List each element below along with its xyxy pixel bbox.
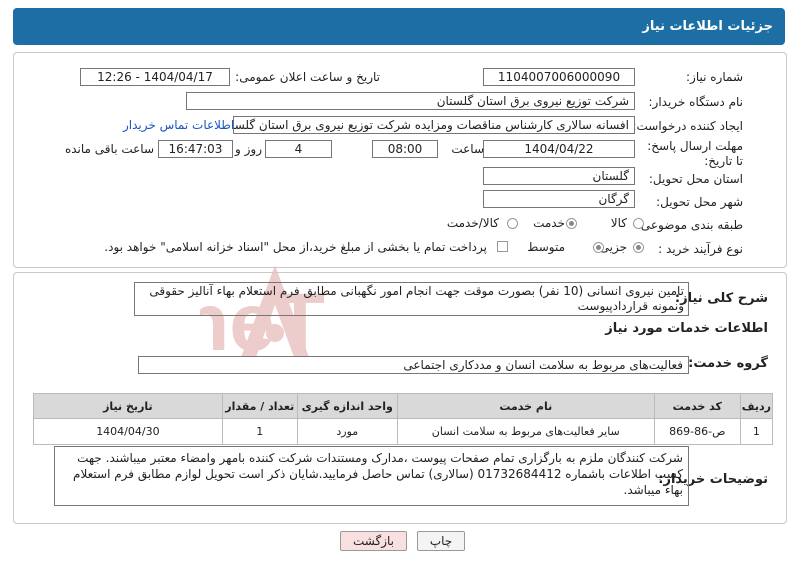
buyer-notes-textarea[interactable]: شرکت کنندگان ملزم به بارگزاری تمام صفحات…	[54, 446, 689, 506]
deadline-time-field: 08:00	[372, 140, 438, 158]
delivery-city-label: شهر محل تحویل:	[656, 195, 743, 209]
deadline-label: مهلت ارسال پاسخ: تا تاریخ:	[647, 139, 743, 168]
process-minor-radio[interactable]	[633, 242, 644, 253]
treasury-payment-note: پرداخت تمام یا بخشی از مبلغ خرید،از محل …	[104, 240, 487, 254]
service-name-cell: سایر فعالیت‌های مربوط به سلامت انسان	[396, 418, 655, 445]
deadline-time-label: ساعت	[451, 142, 484, 156]
remaining-time-field: 16:47:03	[158, 140, 233, 158]
services-section-title: اطلاعات خدمات مورد نیاز	[605, 321, 768, 336]
unit-cell: مورد	[296, 418, 398, 445]
service-group-field: فعالیت‌های مربوط به سلامت انسان و مددکار…	[138, 356, 689, 374]
services-table: ردیف کد خدمت نام خدمت واحد اندازه گیری ت…	[33, 393, 774, 445]
category-both-radio[interactable]	[507, 218, 518, 229]
row-index-cell: 1	[739, 418, 774, 445]
process-medium-radio[interactable]	[593, 242, 604, 253]
announce-datetime-label: تاریخ و ساعت اعلان عمومی:	[235, 70, 380, 84]
col-row-header: ردیف	[739, 393, 774, 419]
process-option-medium-label: متوسط	[527, 240, 565, 254]
buyer-org-field: شرکت توزیع نیروی برق استان گلستان	[186, 92, 635, 110]
category-label: طبقه بندی موضوعی:	[636, 218, 743, 232]
need-date-cell: 1404/04/30	[33, 418, 223, 445]
remaining-time-label: ساعت باقی مانده	[64, 142, 154, 156]
category-option-both-label: کالا/خدمت	[446, 216, 499, 230]
requester-field: افسانه سالاری کارشناس مناقصات ومزایده شر…	[233, 116, 635, 134]
delivery-city-field: گرگان	[483, 190, 635, 208]
back-button[interactable]: بازگشت	[340, 531, 407, 551]
category-option-service-label: خدمت	[533, 216, 565, 230]
col-code-header: کد خدمت	[653, 393, 741, 419]
category-goods-radio[interactable]	[633, 218, 644, 229]
buyer-contact-link[interactable]: اطلاعات تماس خریدار	[123, 118, 234, 132]
days-label: روز و	[235, 142, 262, 156]
summary-textarea[interactable]: تامین نیروی انسانی (10 نفر) بصورت موقت ج…	[134, 282, 689, 316]
process-type-label: نوع فرآیند خرید :	[658, 242, 743, 256]
delivery-province-field: گلستان	[483, 167, 635, 185]
service-code-cell: ص-86-869	[653, 418, 741, 445]
col-qty-header: تعداد / مقدار	[221, 393, 298, 419]
category-option-goods-label: کالا	[610, 216, 627, 230]
service-group-label: گروه خدمت:	[688, 356, 768, 371]
category-service-radio[interactable]	[566, 218, 577, 229]
quantity-cell: 1	[221, 418, 298, 445]
col-name-header: نام خدمت	[396, 393, 655, 419]
requester-label: ایجاد کننده درخواست:	[632, 119, 743, 133]
need-number-label: شماره نیاز:	[686, 70, 743, 84]
remaining-days-field: 4	[265, 140, 332, 158]
print-button[interactable]: چاپ	[417, 531, 465, 551]
page-title: جزئیات اطلاعات نیاز	[642, 19, 773, 34]
delivery-province-label: استان محل تحویل:	[648, 172, 743, 186]
need-number-field: 1104007006000090	[483, 68, 635, 86]
col-date-header: تاریخ نیاز	[33, 393, 223, 419]
buyer-org-label: نام دستگاه خریدار:	[648, 95, 744, 109]
col-unit-header: واحد اندازه گیری	[296, 393, 398, 419]
announce-datetime-field: 1404/04/17 - 12:26	[80, 68, 230, 86]
page-header: جزئیات اطلاعات نیاز	[13, 8, 785, 45]
services-table-header: ردیف کد خدمت نام خدمت واحد اندازه گیری ت…	[33, 393, 774, 419]
table-row: 1 ص-86-869 سایر فعالیت‌های مربوط به سلام…	[33, 418, 774, 445]
deadline-date-field: 1404/04/22	[483, 140, 635, 158]
treasury-payment-checkbox[interactable]	[497, 241, 508, 252]
